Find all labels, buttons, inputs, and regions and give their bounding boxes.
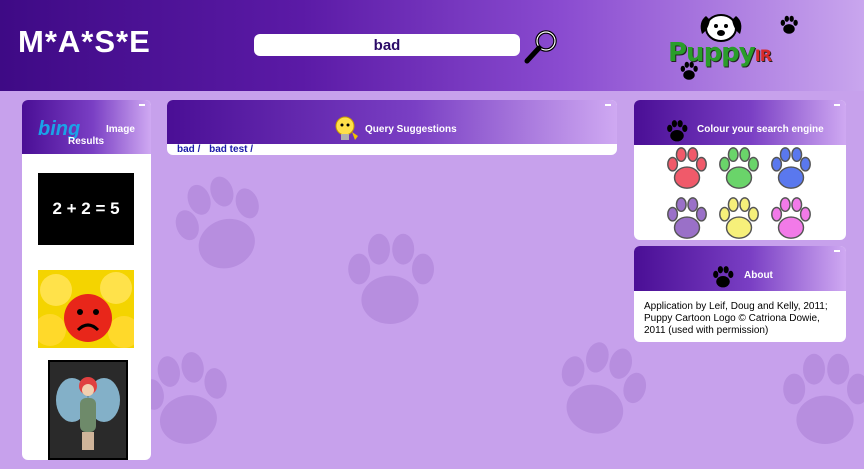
about-text: Application by Leif, Doug and Kelly, 201…	[644, 301, 828, 336]
page-header: M*A*S*E PuppyIR	[0, 0, 864, 91]
minimize-button[interactable]	[605, 104, 611, 106]
lightbulb-icon	[335, 116, 358, 140]
suggestion-link[interactable]: bad	[177, 144, 195, 155]
logo-suffix: IR	[754, 46, 772, 65]
about-title: About	[744, 270, 773, 281]
purple-paw-icon	[667, 197, 707, 239]
about-header: About	[634, 246, 846, 291]
suggestion-link[interactable]: bad test	[209, 144, 247, 155]
site-title: M*A*S*E	[18, 24, 151, 59]
purple-paw-button[interactable]	[662, 195, 712, 240]
paw-icon	[667, 120, 688, 142]
image-results-title: Image	[106, 124, 135, 135]
query-suggestions-header: Query Suggestions	[167, 100, 617, 144]
colour-panel: Colour your search engine	[634, 100, 846, 240]
image-result-thumb[interactable]: 2 + 2 = 5	[38, 173, 134, 245]
search-input[interactable]	[254, 34, 520, 56]
image-results-panel: bing Image Results 2 + 2 = 5	[22, 100, 151, 460]
background-paw-icon	[150, 155, 291, 296]
colour-paw-grid	[662, 145, 822, 240]
blue-paw-icon	[771, 147, 811, 189]
background-paw-icon	[335, 225, 445, 335]
sad-smiley-image	[34, 270, 140, 348]
minimize-button[interactable]	[834, 104, 840, 106]
blue-paw-button[interactable]	[766, 145, 816, 193]
suggestion-list: bad / bad test /	[177, 144, 259, 155]
colour-panel-title: Colour your search engine	[697, 124, 824, 135]
yellow-paw-button[interactable]	[714, 195, 764, 240]
about-panel: About Application by Leif, Doug and Kell…	[634, 246, 846, 342]
query-suggestions-title: Query Suggestions	[365, 124, 457, 135]
red-paw-icon	[667, 147, 707, 189]
math-equation-text: 2 + 2 = 5	[52, 199, 120, 218]
green-paw-button[interactable]	[714, 145, 764, 193]
logo-word: Puppy	[668, 38, 756, 68]
small-paw-icon	[780, 15, 798, 34]
image-results-title-line2: Results	[68, 136, 105, 147]
image-result-thumb[interactable]	[34, 270, 140, 348]
red-paw-button[interactable]	[662, 145, 712, 193]
background-paw-icon	[770, 345, 864, 455]
minimize-button[interactable]	[834, 250, 840, 252]
image-result-thumb[interactable]	[48, 360, 128, 460]
paw-icon	[713, 266, 734, 288]
pink-paw-icon	[771, 197, 811, 239]
query-suggestions-panel: Query Suggestions bad / bad test /	[167, 100, 617, 155]
yellow-paw-icon	[719, 197, 759, 239]
pink-paw-button[interactable]	[766, 195, 816, 240]
suggestion-separator: /	[250, 144, 254, 155]
puppy-ir-logo: PuppyIR	[662, 8, 812, 84]
background-paw-icon	[533, 323, 668, 458]
fairy-image	[50, 362, 126, 458]
suggestion-separator: /	[197, 144, 201, 155]
image-results-header: bing Image Results	[22, 100, 151, 154]
green-paw-icon	[719, 147, 759, 189]
logo-text: PuppyIR	[668, 38, 772, 68]
minimize-button[interactable]	[139, 104, 145, 106]
magnifier-icon	[524, 30, 557, 64]
search-button[interactable]	[523, 27, 561, 65]
colour-panel-header: Colour your search engine	[634, 100, 846, 145]
